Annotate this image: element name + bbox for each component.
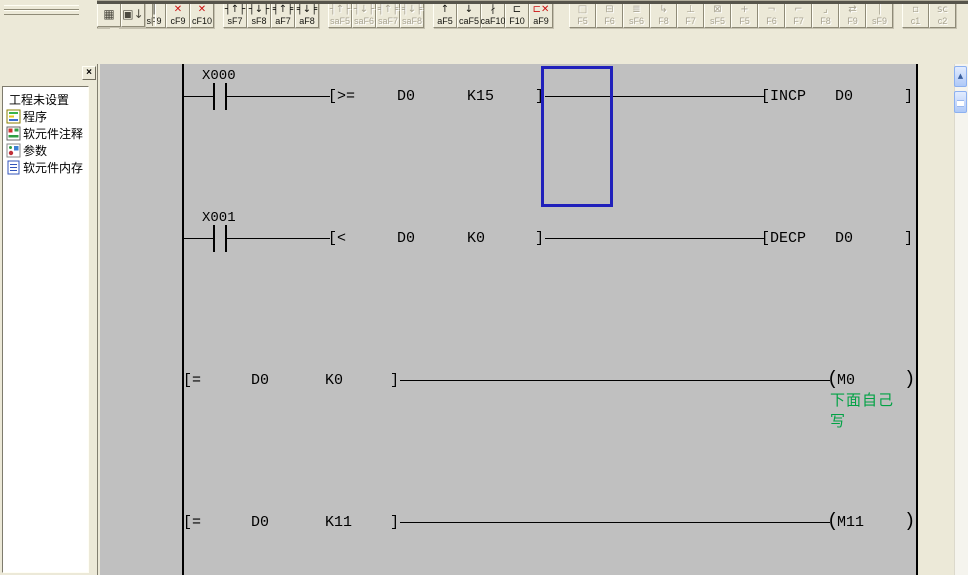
tool-block-grid[interactable]: ▦ xyxy=(97,1,121,27)
scroll-thumb[interactable] xyxy=(954,91,967,113)
toolbar-row2: s+verrorS1S9↓◨▦▣↓ xyxy=(0,0,968,28)
compare-op[interactable]: [= xyxy=(183,514,201,531)
compare-close: ] xyxy=(390,514,399,531)
rung-line xyxy=(400,522,830,523)
coil-m0[interactable]: M0 xyxy=(837,372,855,389)
parameter-icon xyxy=(6,143,21,158)
instruction-incp[interactable]: [INCP xyxy=(761,88,806,105)
rung-line xyxy=(400,380,830,381)
contact-x001[interactable] xyxy=(213,225,215,252)
tree-item-program[interactable]: 程序 xyxy=(5,108,88,125)
tree-item-label: 参数 xyxy=(23,142,47,159)
rung-line xyxy=(184,238,213,239)
toolbar-separator xyxy=(0,0,968,4)
compare-close: ] xyxy=(390,372,399,389)
tree-item-device-comment[interactable]: 软元件注释 xyxy=(5,125,88,142)
block-down-icon: ▣↓ xyxy=(122,4,143,24)
device-comment-icon xyxy=(6,126,21,141)
edit-cursor[interactable] xyxy=(541,66,613,207)
panel-grip[interactable] xyxy=(4,10,79,15)
rung-line xyxy=(545,238,765,239)
project-tree: 工程未设置 程序 软元件注释 参数 软元件内存 xyxy=(2,86,89,573)
gx-developer-window: ┤├F5┤/├F6╡/╞sF6-○-F7{ }F8─F9│sF9✕cF9✕cF1… xyxy=(0,0,968,575)
tree-item-device-memory[interactable]: 软元件内存 xyxy=(5,159,88,176)
instruction-operand[interactable]: D0 xyxy=(835,88,853,105)
rung-line xyxy=(184,96,213,97)
compare-operand-1[interactable]: D0 xyxy=(397,88,415,105)
coil-close: ) xyxy=(904,371,915,388)
device-memory-icon xyxy=(6,160,21,175)
coil-close: ) xyxy=(904,513,915,530)
contact-x000[interactable] xyxy=(213,83,215,110)
compare-op[interactable]: [= xyxy=(183,372,201,389)
compare-operand-2[interactable]: K11 xyxy=(325,514,352,531)
tree-item-label: 软元件内存 xyxy=(23,159,83,176)
compare-operand-2[interactable]: K0 xyxy=(325,372,343,389)
tree-item-parameter[interactable]: 参数 xyxy=(5,142,88,159)
tree-root-project[interactable]: 工程未设置 xyxy=(5,91,88,108)
scroll-up-button[interactable]: ▲ xyxy=(954,66,967,87)
compare-operand-1[interactable]: D0 xyxy=(397,230,415,247)
compare-operand-1[interactable]: D0 xyxy=(251,372,269,389)
contact-label-x001: X001 xyxy=(202,211,236,226)
instruction-close: ] xyxy=(904,230,913,247)
rung-line xyxy=(227,96,330,97)
compare-close: ] xyxy=(535,230,544,247)
ladder-canvas[interactable] xyxy=(100,64,918,575)
editor-left-border xyxy=(97,64,98,575)
compare-op[interactable]: [< xyxy=(328,230,346,247)
instruction-decp[interactable]: [DECP xyxy=(761,230,806,247)
rung-line xyxy=(227,238,330,239)
tree-root-label: 工程未设置 xyxy=(9,91,69,108)
program-icon xyxy=(6,109,21,124)
instruction-operand[interactable]: D0 xyxy=(835,230,853,247)
contact-label-x000: X000 xyxy=(202,69,236,84)
compare-operand-1[interactable]: D0 xyxy=(251,514,269,531)
vertical-scrollbar[interactable] xyxy=(954,64,968,575)
coil-m11[interactable]: M11 xyxy=(837,514,864,531)
device-comment-text: 写 xyxy=(830,412,846,432)
compare-operand-2[interactable]: K0 xyxy=(467,230,485,247)
toolbar-divider xyxy=(152,2,156,26)
panel-close-button[interactable]: × xyxy=(82,66,96,80)
instruction-close: ] xyxy=(904,88,913,105)
power-rail-left xyxy=(182,64,184,575)
power-rail-right xyxy=(916,64,918,575)
compare-op[interactable]: [>= xyxy=(328,88,355,105)
scroll-thumb-grip xyxy=(957,100,964,107)
block-grid-icon: ▦ xyxy=(103,4,114,24)
tool-block-down[interactable]: ▣↓ xyxy=(121,1,145,27)
tree-item-label: 软元件注释 xyxy=(23,125,83,142)
device-comment-text: 下面自己 xyxy=(830,391,894,411)
compare-operand-2[interactable]: K15 xyxy=(467,88,494,105)
tree-item-label: 程序 xyxy=(23,108,47,125)
